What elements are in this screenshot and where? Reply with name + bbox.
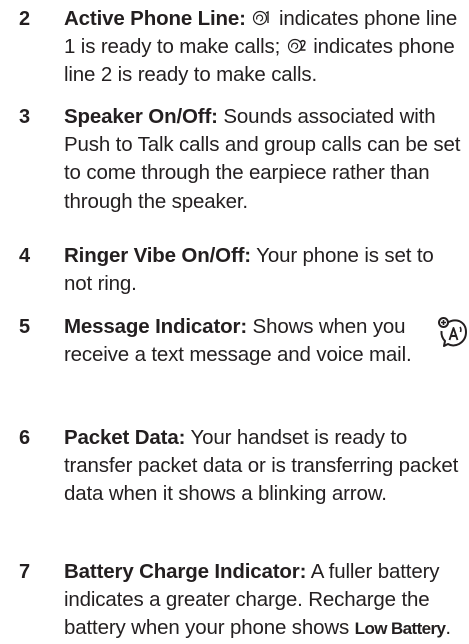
line-1-icon: [253, 10, 270, 26]
line-2-icon: [287, 39, 306, 54]
item-term: Ringer Vibe On/Off:: [64, 244, 251, 267]
item-text: Packet Data: Your handset is ready to tr…: [64, 424, 464, 509]
item-number: 7: [19, 561, 31, 583]
manual-page: 2 Active Phone Line: indicates phone lin…: [0, 0, 469, 644]
item-term: Battery Charge Indicator:: [64, 560, 307, 583]
item-text: Active Phone Line: indicates phone line …: [64, 5, 464, 90]
item-text: Speaker On/Off: Sounds associated with P…: [64, 103, 464, 216]
item-term: Active Phone Line:: [64, 7, 246, 30]
item-text: Ringer Vibe On/Off: Your phone is set to…: [64, 242, 464, 298]
item-text: Message Indicator: Shows when you receiv…: [64, 313, 424, 369]
item-number: 3: [19, 106, 31, 128]
display-text-low-battery: Low Battery: [354, 619, 446, 639]
item-number: 6: [19, 427, 31, 449]
item-number: 5: [19, 316, 31, 338]
message-indicator-icon: [438, 317, 467, 347]
item-term: Message Indicator:: [64, 315, 247, 338]
item-description-end: .: [445, 616, 451, 640]
item-term: Packet Data:: [64, 426, 186, 449]
item-text: Battery Charge Indicator: A fuller batte…: [64, 558, 464, 644]
item-number: 2: [19, 8, 31, 30]
item-term: Speaker On/Off:: [64, 105, 218, 128]
item-number: 4: [19, 245, 31, 267]
